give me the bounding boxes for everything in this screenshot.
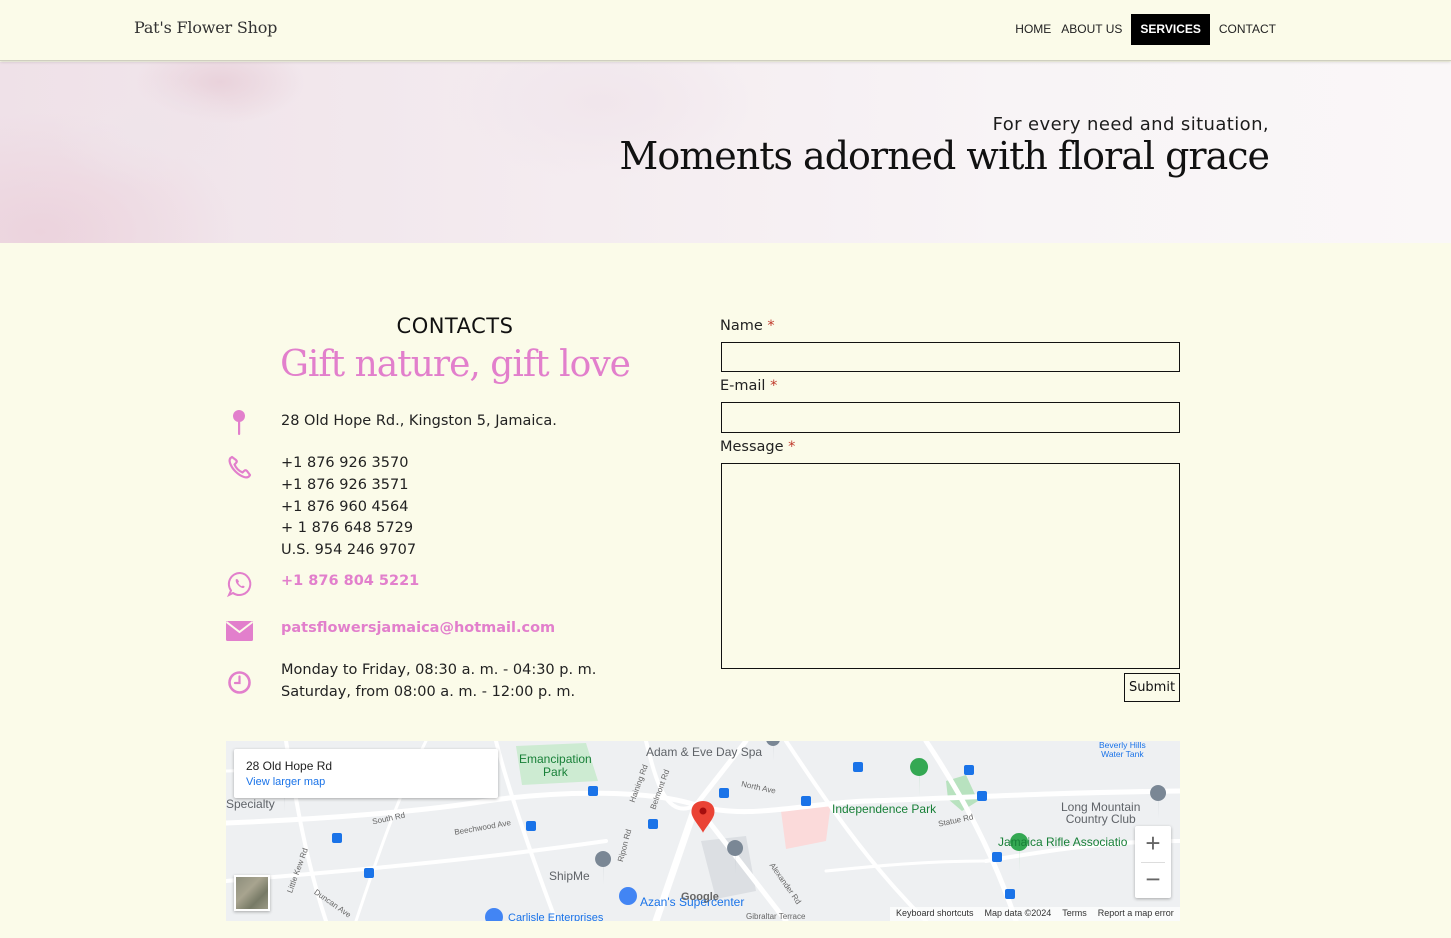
address-text: 28 Old Hope Rd., Kingston 5, Jamaica.	[281, 413, 557, 429]
nav-home[interactable]: HOME	[1010, 14, 1056, 45]
map-zoom-controls: + −	[1135, 826, 1171, 898]
address-row: 28 Old Hope Rd., Kingston 5, Jamaica.	[226, 408, 646, 438]
map-label-emancipation: Emancipation Park	[519, 752, 592, 779]
map-place-title: 28 Old Hope Rd	[246, 759, 333, 773]
map-data-text: Map data ©2024	[984, 908, 1052, 918]
name-field[interactable]	[721, 342, 1180, 372]
name-label: Name *	[720, 318, 775, 334]
map-label-adam-eve: Adam & Eve Day Spa	[646, 745, 763, 759]
map-label-specialty: Specialty	[226, 797, 275, 811]
map-label-independence: Independence Park	[832, 802, 937, 816]
map-label-street: Gibraltar Terrace	[746, 912, 806, 921]
whatsapp-icon	[226, 571, 252, 598]
report-map-error-link[interactable]: Report a map error	[1098, 908, 1174, 920]
hours-weekday: Monday to Friday, 08:30 a. m. - 04:30 p.…	[281, 662, 597, 678]
map-footer: Keyboard shortcuts Map data ©2024 Terms …	[890, 907, 1180, 921]
hours-text: Monday to Friday, 08:30 a. m. - 04:30 p.…	[281, 660, 596, 704]
google-logo: Google	[681, 891, 719, 903]
phone-row: +1 876 926 3570 +1 876 926 3571 +1 876 9…	[226, 453, 646, 563]
hero-subtitle: For every need and situation,	[992, 114, 1269, 135]
map-label-carlisle: Carlisle Enterprises	[508, 912, 604, 921]
main-nav: HOME ABOUT US SERVICES CONTACT	[1010, 14, 1281, 45]
hero-banner: For every need and situation, Moments ad…	[0, 62, 1451, 243]
contacts-tagline: Gift nature, gift love	[280, 344, 631, 385]
email-row: patsflowersjamaica@hotmail.com	[226, 617, 646, 647]
site-brand[interactable]: Pat's Flower Shop	[134, 18, 277, 37]
hours-row: Monday to Friday, 08:30 a. m. - 04:30 p.…	[226, 660, 646, 708]
phone-number[interactable]: +1 876 926 3570	[281, 453, 416, 475]
envelope-icon	[226, 621, 254, 641]
hours-saturday: Saturday, from 08:00 a. m. - 12:00 p. m.	[281, 683, 576, 700]
view-larger-map-link[interactable]: View larger map	[246, 776, 325, 788]
clock-icon	[228, 671, 251, 694]
contacts-heading: CONTACTS	[396, 314, 514, 338]
keyboard-shortcuts-link[interactable]: Keyboard shortcuts	[896, 908, 974, 920]
map-label-shipme: ShipMe	[549, 869, 590, 883]
zoom-out-button[interactable]: −	[1135, 862, 1171, 898]
email-label: E-mail *	[720, 378, 778, 394]
map-label-beverly: Beverly Hills Water Tank	[1099, 741, 1146, 759]
nav-about-us[interactable]: ABOUT US	[1056, 14, 1127, 45]
embedded-map[interactable]: Emancipation Park Adam & Eve Day Spa Beve…	[226, 741, 1180, 921]
submit-button[interactable]: Submit	[1124, 673, 1180, 702]
phone-number[interactable]: +1 876 926 3571	[281, 475, 416, 497]
phone-number[interactable]: +1 876 960 4564	[281, 497, 416, 519]
nav-services[interactable]: SERVICES	[1131, 14, 1210, 45]
map-place-card: 28 Old Hope Rd View larger map	[234, 749, 498, 798]
message-field[interactable]	[721, 463, 1180, 669]
site-header: Pat's Flower Shop HOME ABOUT US SERVICES…	[0, 0, 1451, 61]
email-field[interactable]	[721, 402, 1180, 433]
satellite-toggle[interactable]	[234, 875, 270, 911]
nav-contact[interactable]: CONTACT	[1214, 14, 1281, 45]
hero-title: Moments adorned with floral grace	[619, 134, 1270, 178]
message-label: Message *	[720, 439, 796, 455]
zoom-in-button[interactable]: +	[1135, 826, 1171, 862]
map-label-rifle: Jamaica Rifle Associatio	[998, 835, 1128, 849]
phone-list: +1 876 926 3570 +1 876 926 3571 +1 876 9…	[281, 453, 416, 562]
whatsapp-row: +1 876 804 5221	[226, 570, 646, 600]
phone-number[interactable]: U.S. 954 246 9707	[281, 540, 416, 562]
map-pin-icon	[233, 410, 245, 435]
phone-icon	[228, 455, 252, 479]
terms-link[interactable]: Terms	[1062, 908, 1087, 920]
whatsapp-link[interactable]: +1 876 804 5221	[281, 571, 419, 593]
email-link[interactable]: patsflowersjamaica@hotmail.com	[281, 618, 555, 640]
map-label-long-mountain: Long Mountain Country Club	[1061, 800, 1141, 826]
phone-number[interactable]: + 1 876 648 5729	[281, 518, 416, 540]
